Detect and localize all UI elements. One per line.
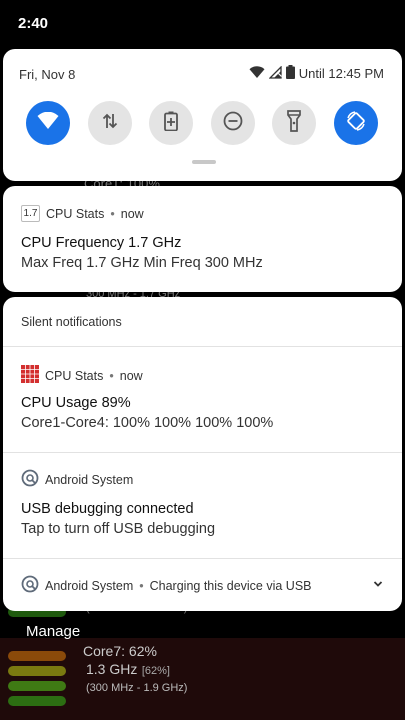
flashlight-tile[interactable] (272, 101, 317, 145)
mobile-data-tile[interactable] (87, 101, 132, 145)
notification-header: Android System • Charging this device vi… (21, 575, 312, 596)
app-name: CPU Stats (46, 206, 105, 221)
flashlight-icon (287, 109, 302, 137)
qs-tiles (26, 101, 378, 145)
notification-time: now (119, 368, 143, 383)
cpu-frequency-app-icon: 1.7 (21, 205, 40, 222)
battery-icon (285, 65, 295, 82)
bg-core7-freq-row: 1.3 GHz [62%] (86, 661, 170, 679)
mobile-data-icon (101, 112, 119, 135)
bg-bar-4 (8, 696, 66, 706)
wifi-icon (37, 111, 59, 135)
app-name: Android System (45, 578, 134, 593)
android-system-icon (21, 469, 39, 490)
battery-saver-icon (164, 111, 179, 136)
alarm-until-label: Until 12:45 PM (298, 66, 384, 81)
bg-core7-range: (300 MHz - 1.9 GHz) (86, 682, 188, 694)
usb-debugging-notification[interactable]: Android System USB debugging connected T… (3, 453, 402, 557)
notification-text: Max Freq 1.7 GHz Min Freq 300 MHz (21, 255, 263, 271)
silent-notifications-group: Silent notifications CPU Stats • now CPU… (3, 297, 402, 611)
wifi-tile[interactable] (26, 101, 70, 145)
cell-signal-icon (268, 64, 282, 82)
do-not-disturb-icon (223, 111, 243, 136)
notification-header: CPU Stats • now (21, 365, 143, 386)
notification-header: Android System (21, 469, 133, 490)
notification-header: 1.7 CPU Stats • now (21, 205, 144, 222)
dot-separator: • (110, 206, 115, 221)
wifi-signal-icon (249, 65, 265, 82)
bg-bar-3 (8, 681, 66, 691)
auto-rotate-tile[interactable] (333, 101, 378, 145)
bg-bar-2 (8, 666, 66, 676)
notification-text: Core1-Core4: 100% 100% 100% 100% (21, 415, 274, 431)
app-name: CPU Stats (45, 368, 104, 383)
notification-shade-screen: Core1: 100% 300 MHz - 1.7 GHz (300 MHz -… (0, 0, 405, 720)
app-name: Android System (45, 472, 134, 487)
notification-title: CPU Frequency 1.7 GHz (21, 235, 182, 251)
cpu-usage-notification[interactable]: CPU Stats • now CPU Usage 89% Core1-Core… (3, 347, 402, 451)
notification-time: now (120, 206, 144, 221)
do-not-disturb-tile[interactable] (210, 101, 255, 145)
dot-separator: • (109, 368, 114, 383)
quick-settings-panel: Fri, Nov 8 Until 12:45 PM (3, 49, 402, 181)
bg-core7-freq: 1.3 GHz (86, 661, 138, 677)
battery-saver-tile[interactable] (149, 101, 194, 145)
status-bar: 2:40 (0, 0, 405, 48)
qs-status-icons: Until 12:45 PM (249, 64, 384, 82)
chevron-down-icon[interactable] (372, 577, 384, 595)
notification-title: CPU Usage 89% (21, 395, 131, 411)
bg-core7-label: Core7: 62% (83, 643, 157, 659)
dot-separator: • (139, 578, 144, 593)
status-time: 2:40 (18, 15, 49, 32)
notification-text: Tap to turn off USB debugging (21, 521, 216, 537)
bg-bar-1 (8, 651, 66, 661)
cpu-frequency-notification[interactable]: 1.7 CPU Stats • now CPU Frequency 1.7 GH… (3, 186, 402, 292)
android-system-icon (21, 575, 39, 596)
silent-notifications-title: Silent notifications (21, 315, 122, 329)
cpu-usage-app-icon (21, 365, 39, 386)
bg-core7-pct: [62%] (141, 665, 170, 677)
auto-rotate-icon (345, 110, 367, 137)
qs-date[interactable]: Fri, Nov 8 (19, 67, 75, 82)
notification-title: USB debugging connected (21, 501, 194, 517)
manage-button[interactable]: Manage (26, 623, 80, 640)
charging-notification[interactable]: Android System • Charging this device vi… (3, 559, 402, 611)
notification-text: Charging this device via USB (149, 578, 312, 593)
qs-expand-handle[interactable] (192, 160, 216, 164)
